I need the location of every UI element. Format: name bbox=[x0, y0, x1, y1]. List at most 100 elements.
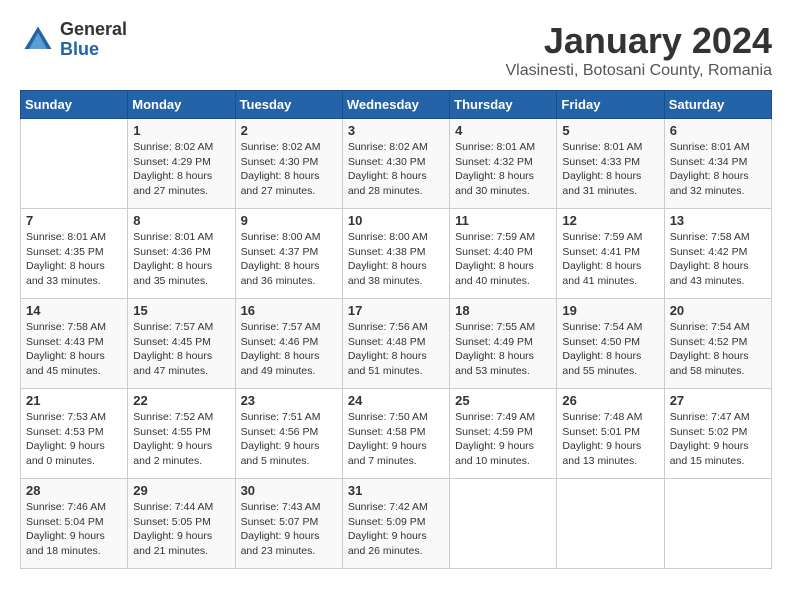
day-info: Sunrise: 7:48 AMSunset: 5:01 PMDaylight:… bbox=[562, 410, 658, 469]
day-number: 21 bbox=[26, 393, 122, 408]
day-number: 20 bbox=[670, 303, 766, 318]
calendar-day-cell: 1Sunrise: 8:02 AMSunset: 4:29 PMDaylight… bbox=[128, 119, 235, 209]
day-info: Sunrise: 8:01 AMSunset: 4:35 PMDaylight:… bbox=[26, 230, 122, 289]
calendar-day-cell: 21 Sunrise: 7:53 AMSunset: 4:53 PMDayligh… bbox=[21, 389, 128, 479]
weekday-header: Thursday bbox=[450, 91, 557, 119]
day-number: 18 bbox=[455, 303, 551, 318]
day-number: 8 bbox=[133, 213, 229, 228]
calendar-day-cell: 13Sunrise: 7:58 AMSunset: 4:42 PMDayligh… bbox=[664, 209, 771, 299]
calendar-day-cell: 4 Sunrise: 8:01 AMSunset: 4:32 PMDaylight… bbox=[450, 119, 557, 209]
calendar-day-cell: 27Sunrise: 7:47 AMSunset: 5:02 PMDayligh… bbox=[664, 389, 771, 479]
title-block: January 2024 Vlasinesti, Botosani County… bbox=[505, 20, 772, 80]
day-number: 17 bbox=[348, 303, 444, 318]
calendar-day-cell: 20 Sunrise: 7:54 AMSunset: 4:52 PMDayligh… bbox=[664, 299, 771, 389]
calendar-day-cell bbox=[557, 479, 664, 569]
day-info: Sunrise: 7:46 AMSunset: 5:04 PMDaylight:… bbox=[26, 500, 122, 559]
calendar-day-cell: 10 Sunrise: 8:00 AMSunset: 4:38 PMDayligh… bbox=[342, 209, 449, 299]
day-number: 1 bbox=[133, 123, 229, 138]
day-info: Sunrise: 7:49 AMSunset: 4:59 PMDaylight:… bbox=[455, 410, 551, 469]
day-number: 13 bbox=[670, 213, 766, 228]
day-number: 22 bbox=[133, 393, 229, 408]
day-info: Sunrise: 8:00 AMSunset: 4:37 PMDaylight:… bbox=[241, 230, 337, 289]
day-info: Sunrise: 8:02 AMSunset: 4:30 PMDaylight:… bbox=[241, 140, 337, 199]
day-info: Sunrise: 7:59 AMSunset: 4:41 PMDaylight:… bbox=[562, 230, 658, 289]
calendar-day-cell: 26 Sunrise: 7:48 AMSunset: 5:01 PMDayligh… bbox=[557, 389, 664, 479]
day-number: 23 bbox=[241, 393, 337, 408]
day-number: 12 bbox=[562, 213, 658, 228]
month-title: January 2024 bbox=[505, 20, 772, 62]
day-number: 30 bbox=[241, 483, 337, 498]
day-number: 2 bbox=[241, 123, 337, 138]
calendar-day-cell: 7Sunrise: 8:01 AMSunset: 4:35 PMDaylight… bbox=[21, 209, 128, 299]
day-info: Sunrise: 8:01 AMSunset: 4:34 PMDaylight:… bbox=[670, 140, 766, 199]
day-number: 3 bbox=[348, 123, 444, 138]
calendar-day-cell: 29 Sunrise: 7:44 AMSunset: 5:05 PMDayligh… bbox=[128, 479, 235, 569]
day-number: 27 bbox=[670, 393, 766, 408]
calendar-day-cell: 2 Sunrise: 8:02 AMSunset: 4:30 PMDaylight… bbox=[235, 119, 342, 209]
day-info: Sunrise: 7:50 AMSunset: 4:58 PMDaylight:… bbox=[348, 410, 444, 469]
logo: General Blue bbox=[20, 20, 127, 60]
day-number: 11 bbox=[455, 213, 551, 228]
day-info: Sunrise: 7:57 AMSunset: 4:45 PMDaylight:… bbox=[133, 320, 229, 379]
logo-icon bbox=[20, 22, 56, 58]
logo-text: General Blue bbox=[60, 20, 127, 60]
calendar-table: SundayMondayTuesdayWednesdayThursdayFrid… bbox=[20, 90, 772, 569]
calendar-day-cell: 30 Sunrise: 7:43 AMSunset: 5:07 PMDayligh… bbox=[235, 479, 342, 569]
weekday-header: Tuesday bbox=[235, 91, 342, 119]
day-number: 16 bbox=[241, 303, 337, 318]
day-info: Sunrise: 8:02 AMSunset: 4:30 PMDaylight:… bbox=[348, 140, 444, 199]
weekday-header: Wednesday bbox=[342, 91, 449, 119]
calendar-week-row: 21 Sunrise: 7:53 AMSunset: 4:53 PMDayligh… bbox=[21, 389, 772, 479]
calendar-day-cell bbox=[21, 119, 128, 209]
day-info: Sunrise: 8:01 AMSunset: 4:36 PMDaylight:… bbox=[133, 230, 229, 289]
page-header: General Blue January 2024 Vlasinesti, Bo… bbox=[20, 20, 772, 80]
day-info: Sunrise: 7:55 AMSunset: 4:49 PMDaylight:… bbox=[455, 320, 551, 379]
calendar-day-cell: 5 Sunrise: 8:01 AMSunset: 4:33 PMDaylight… bbox=[557, 119, 664, 209]
calendar-week-row: 1Sunrise: 8:02 AMSunset: 4:29 PMDaylight… bbox=[21, 119, 772, 209]
day-info: Sunrise: 7:53 AMSunset: 4:53 PMDaylight:… bbox=[26, 410, 122, 469]
calendar-day-cell: 8 Sunrise: 8:01 AMSunset: 4:36 PMDaylight… bbox=[128, 209, 235, 299]
calendar-day-cell: 24 Sunrise: 7:50 AMSunset: 4:58 PMDayligh… bbox=[342, 389, 449, 479]
calendar-day-cell: 15 Sunrise: 7:57 AMSunset: 4:45 PMDayligh… bbox=[128, 299, 235, 389]
day-info: Sunrise: 7:56 AMSunset: 4:48 PMDaylight:… bbox=[348, 320, 444, 379]
calendar-day-cell: 17 Sunrise: 7:56 AMSunset: 4:48 PMDayligh… bbox=[342, 299, 449, 389]
weekday-row: SundayMondayTuesdayWednesdayThursdayFrid… bbox=[21, 91, 772, 119]
day-number: 19 bbox=[562, 303, 658, 318]
day-number: 24 bbox=[348, 393, 444, 408]
calendar-day-cell bbox=[450, 479, 557, 569]
day-number: 15 bbox=[133, 303, 229, 318]
day-info: Sunrise: 7:52 AMSunset: 4:55 PMDaylight:… bbox=[133, 410, 229, 469]
day-info: Sunrise: 7:51 AMSunset: 4:56 PMDaylight:… bbox=[241, 410, 337, 469]
day-info: Sunrise: 7:43 AMSunset: 5:07 PMDaylight:… bbox=[241, 500, 337, 559]
calendar-day-cell: 12 Sunrise: 7:59 AMSunset: 4:41 PMDayligh… bbox=[557, 209, 664, 299]
location: Vlasinesti, Botosani County, Romania bbox=[505, 62, 772, 80]
day-info: Sunrise: 8:01 AMSunset: 4:32 PMDaylight:… bbox=[455, 140, 551, 199]
logo-general: General bbox=[60, 20, 127, 40]
calendar-day-cell: 14Sunrise: 7:58 AMSunset: 4:43 PMDayligh… bbox=[21, 299, 128, 389]
weekday-header: Friday bbox=[557, 91, 664, 119]
day-number: 6 bbox=[670, 123, 766, 138]
day-info: Sunrise: 8:00 AMSunset: 4:38 PMDaylight:… bbox=[348, 230, 444, 289]
day-info: Sunrise: 7:42 AMSunset: 5:09 PMDaylight:… bbox=[348, 500, 444, 559]
calendar-day-cell: 28 Sunrise: 7:46 AMSunset: 5:04 PMDayligh… bbox=[21, 479, 128, 569]
calendar-day-cell: 3 Sunrise: 8:02 AMSunset: 4:30 PMDaylight… bbox=[342, 119, 449, 209]
day-info: Sunrise: 8:01 AMSunset: 4:33 PMDaylight:… bbox=[562, 140, 658, 199]
day-number: 28 bbox=[26, 483, 122, 498]
day-number: 10 bbox=[348, 213, 444, 228]
calendar-day-cell: 31Sunrise: 7:42 AMSunset: 5:09 PMDayligh… bbox=[342, 479, 449, 569]
day-info: Sunrise: 7:44 AMSunset: 5:05 PMDaylight:… bbox=[133, 500, 229, 559]
logo-blue: Blue bbox=[60, 40, 127, 60]
day-number: 29 bbox=[133, 483, 229, 498]
calendar-day-cell: 6 Sunrise: 8:01 AMSunset: 4:34 PMDaylight… bbox=[664, 119, 771, 209]
day-number: 26 bbox=[562, 393, 658, 408]
calendar-header: SundayMondayTuesdayWednesdayThursdayFrid… bbox=[21, 91, 772, 119]
day-number: 4 bbox=[455, 123, 551, 138]
weekday-header: Sunday bbox=[21, 91, 128, 119]
day-number: 5 bbox=[562, 123, 658, 138]
calendar-day-cell: 9Sunrise: 8:00 AMSunset: 4:37 PMDaylight… bbox=[235, 209, 342, 299]
day-number: 14 bbox=[26, 303, 122, 318]
weekday-header: Saturday bbox=[664, 91, 771, 119]
calendar-day-cell: 25Sunrise: 7:49 AMSunset: 4:59 PMDayligh… bbox=[450, 389, 557, 479]
weekday-header: Monday bbox=[128, 91, 235, 119]
day-info: Sunrise: 7:54 AMSunset: 4:52 PMDaylight:… bbox=[670, 320, 766, 379]
